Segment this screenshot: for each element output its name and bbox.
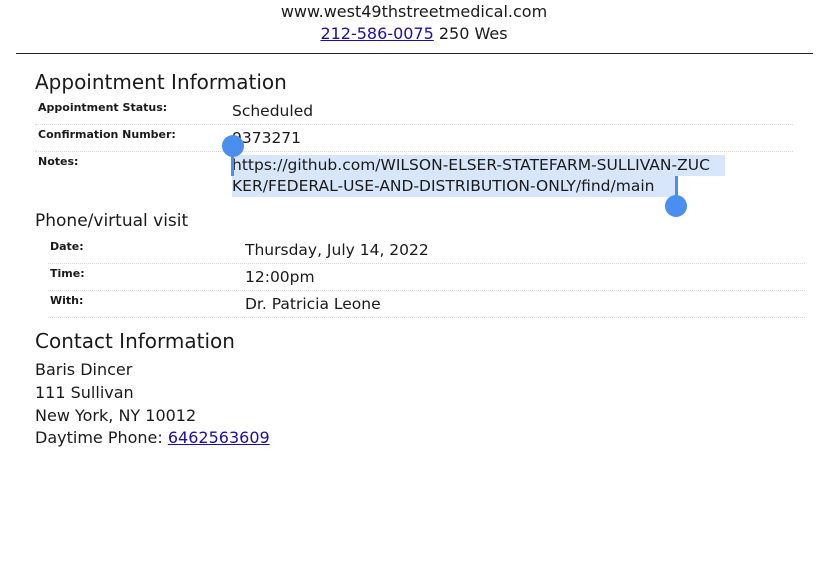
row-divider — [48, 317, 805, 318]
visit-with-value: Dr. Patricia Leone — [245, 295, 381, 313]
header-address-text: 250 Wes — [438, 24, 508, 43]
selection-start-handle[interactable] — [222, 135, 244, 157]
contact-phone-line: Daytime Phone: 6462563609 — [35, 427, 270, 448]
notes-value[interactable]: https://github.com/WILSON-ELSER-STATEFAR… — [232, 155, 712, 197]
visit-date-value: Thursday, July 14, 2022 — [245, 241, 429, 259]
row-divider — [35, 151, 793, 152]
contact-city: New York, NY 10012 — [35, 406, 197, 425]
notes-label: Notes: — [38, 155, 79, 168]
row-divider — [35, 124, 793, 125]
website-text: www.west49thstreetmedical.com — [280, 2, 548, 21]
visit-section-title: Phone/virtual visit — [35, 211, 189, 231]
header-contact-line: 212-586-0075 250 Wes — [0, 24, 828, 44]
row-divider — [48, 263, 805, 264]
appointment-status-label: Appointment Status: — [38, 101, 168, 114]
daytime-phone-label: Daytime Phone: — [35, 428, 163, 447]
appointment-status-value: Scheduled — [232, 102, 314, 120]
contact-section-title: Contact Information — [35, 329, 235, 353]
header-divider — [16, 53, 813, 54]
visit-time-value: 12:00pm — [245, 268, 315, 286]
row-divider — [48, 290, 805, 291]
visit-date-label: Date: — [50, 240, 84, 253]
contact-street: 111 Sullivan — [35, 383, 134, 402]
visit-with-label: With: — [50, 294, 84, 307]
contact-name: Baris Dincer — [35, 360, 133, 379]
confirmation-number-label: Confirmation Number: — [38, 128, 176, 141]
daytime-phone-link[interactable]: 6462563609 — [168, 428, 270, 447]
visit-time-label: Time: — [50, 267, 85, 280]
selection-end-handle[interactable] — [665, 195, 687, 217]
header-phone-link[interactable]: 212-586-0075 — [320, 24, 433, 43]
appointment-section-title: Appointment Information — [35, 70, 287, 94]
